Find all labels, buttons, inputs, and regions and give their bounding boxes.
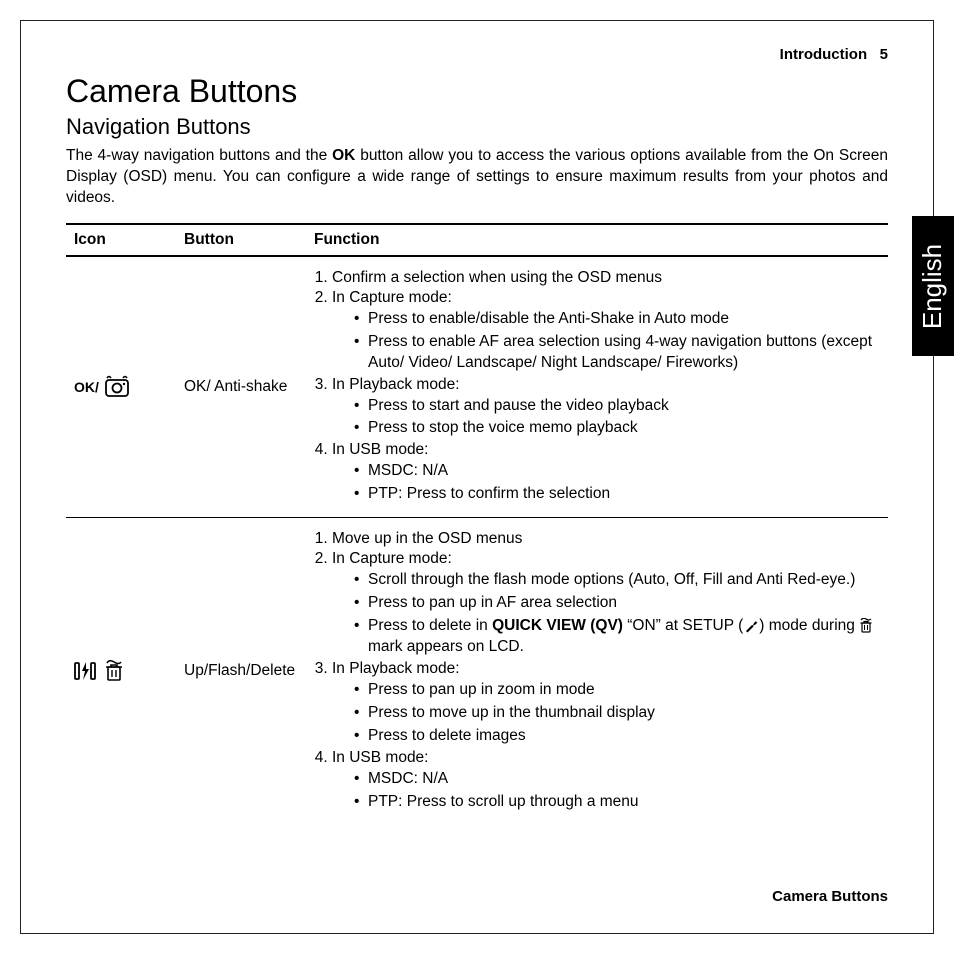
language-label: English bbox=[918, 243, 949, 328]
cell-function: Move up in the OSD menus In Capture mode:… bbox=[306, 518, 888, 825]
function-item: In Capture mode:Scroll through the flash… bbox=[332, 550, 884, 658]
table-row: Up/Flash/Delete Move up in the OSD menus… bbox=[66, 518, 888, 825]
function-item: In Playback mode:Press to pan up in zoom… bbox=[332, 660, 884, 747]
buttons-table: Icon Button Function OK/ bbox=[66, 223, 888, 825]
function-sub-item: Scroll through the flash mode options (A… bbox=[354, 570, 884, 591]
function-sub-item: Press to delete images bbox=[354, 726, 884, 747]
function-sub-item: PTP: Press to scroll up through a menu bbox=[354, 792, 884, 813]
cell-button-name: Up/Flash/Delete bbox=[176, 518, 306, 825]
header-page-number: 5 bbox=[880, 46, 888, 63]
ok-label: OK/ bbox=[74, 379, 99, 395]
function-sub-item: Press to pan up in AF area selection bbox=[354, 593, 884, 614]
flash-icon bbox=[74, 660, 96, 682]
cell-function: Confirm a selection when using the OSD m… bbox=[306, 256, 888, 518]
page-frame: Introduction 5 Camera Buttons Navigation… bbox=[20, 20, 934, 934]
intro-paragraph: The 4-way navigation buttons and the OK … bbox=[66, 146, 888, 209]
cell-icon bbox=[66, 518, 176, 825]
function-item: In Playback mode:Press to start and paus… bbox=[332, 376, 884, 440]
section-subtitle: Navigation Buttons bbox=[66, 114, 888, 140]
function-item: Confirm a selection when using the OSD m… bbox=[332, 269, 884, 287]
col-header-icon: Icon bbox=[66, 224, 176, 256]
function-item: Move up in the OSD menus bbox=[332, 530, 884, 548]
footer-label: Camera Buttons bbox=[772, 888, 888, 905]
function-sub-item: Press to stop the voice memo playback bbox=[354, 418, 884, 439]
page-header: Introduction 5 bbox=[66, 46, 888, 63]
function-sub-item: MSDC: N/A bbox=[354, 769, 884, 790]
function-sub-item: Press to pan up in zoom in mode bbox=[354, 680, 884, 701]
function-item: In USB mode:MSDC: N/APTP: Press to scrol… bbox=[332, 749, 884, 813]
function-sub-item: Press to move up in the thumbnail displa… bbox=[354, 703, 884, 724]
function-sub-item: Press to start and pause the video playb… bbox=[354, 396, 884, 417]
function-sub-item: Press to enable/disable the Anti-Shake i… bbox=[354, 309, 884, 330]
function-sub-item: Press to delete in QUICK VIEW (QV) “ON” … bbox=[354, 616, 884, 658]
language-tab: English bbox=[912, 216, 954, 356]
function-item: In Capture mode:Press to enable/disable … bbox=[332, 289, 884, 374]
wrench-icon bbox=[743, 618, 759, 634]
header-section: Introduction bbox=[780, 46, 867, 63]
page-title: Camera Buttons bbox=[66, 73, 888, 110]
cell-button-name: OK/ Anti-shake bbox=[176, 256, 306, 518]
table-row: OK/ OK/ Anti-shake Confirm a selection w… bbox=[66, 256, 888, 518]
function-sub-item: MSDC: N/A bbox=[354, 461, 884, 482]
col-header-function: Function bbox=[306, 224, 888, 256]
function-sub-item: PTP: Press to confirm the selection bbox=[354, 484, 884, 505]
trash-auto-icon bbox=[104, 660, 124, 682]
col-header-button: Button bbox=[176, 224, 306, 256]
function-sub-item: Press to enable AF area selection using … bbox=[354, 332, 884, 374]
function-item: In USB mode:MSDC: N/APTP: Press to confi… bbox=[332, 441, 884, 505]
anti-shake-icon bbox=[103, 375, 131, 399]
cell-icon: OK/ bbox=[66, 256, 176, 518]
trash-icon bbox=[859, 618, 873, 634]
